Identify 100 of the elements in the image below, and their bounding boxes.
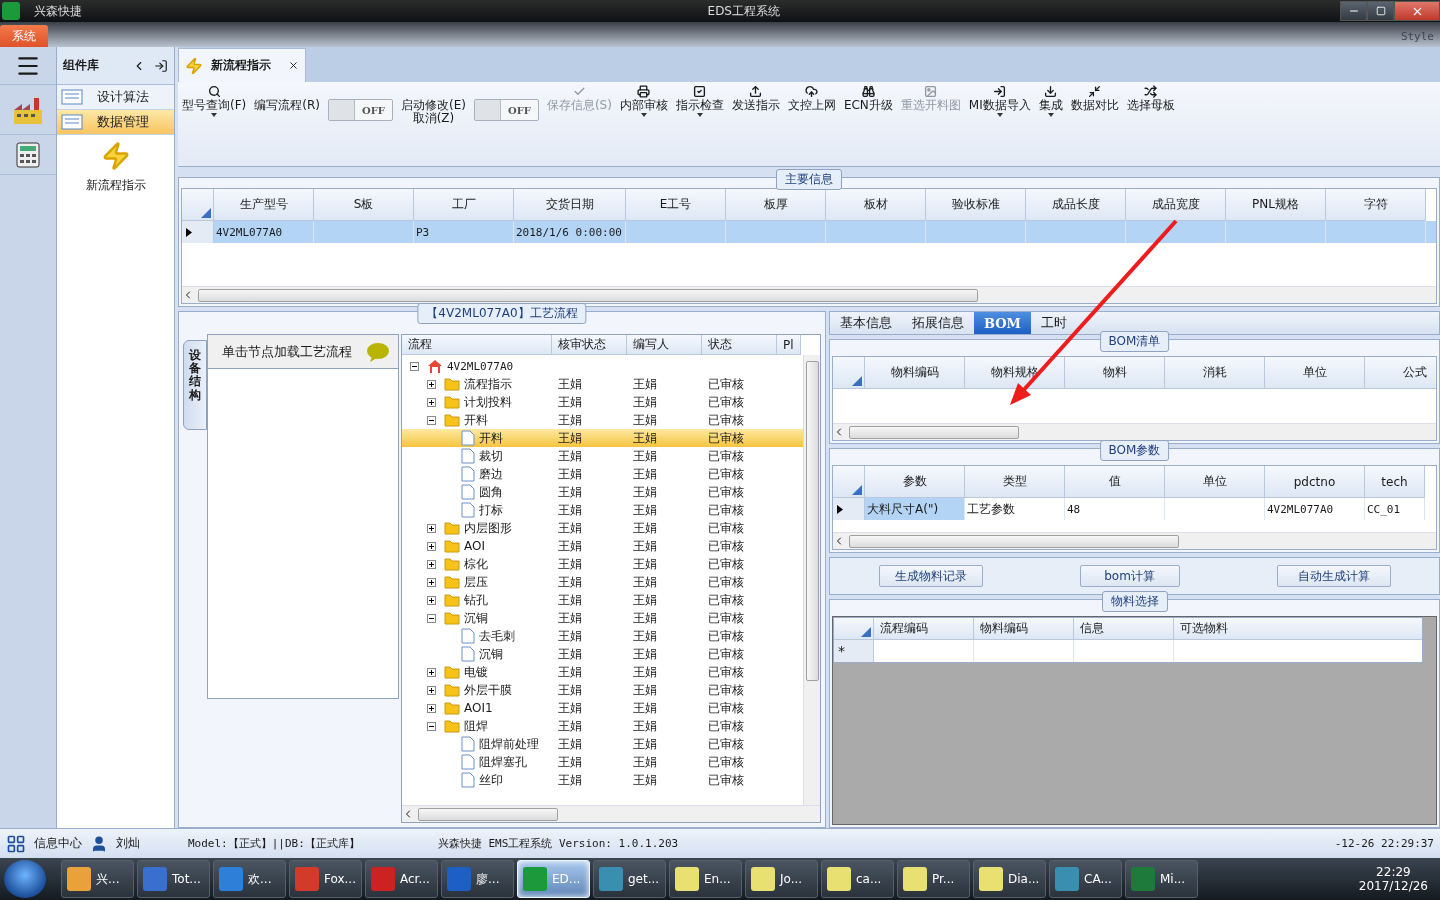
column-header[interactable]: 单位 (1165, 466, 1265, 498)
taskbar-item[interactable]: Pr... (897, 860, 970, 898)
taskbar-item[interactable]: Mi... (1125, 860, 1198, 898)
tree-row[interactable]: 去毛刺 王娟 王娟 已审核 (402, 627, 803, 645)
tree-row[interactable]: 打标 王娟 王娟 已审核 (402, 501, 803, 519)
taskbar-item[interactable]: 欢... (213, 860, 286, 898)
horizontal-scrollbar[interactable] (402, 805, 820, 822)
document-tab[interactable]: 新流程指示 (178, 48, 306, 82)
tab[interactable]: BOM (974, 312, 1031, 334)
taskbar-item[interactable]: En... (669, 860, 742, 898)
horizontal-scrollbar[interactable] (182, 286, 1436, 303)
expand-icon[interactable] (427, 523, 436, 533)
column-header[interactable]: 交货日期 (514, 189, 626, 221)
table-row[interactable]: 4V2ML077A0 P3 2018/1/6 0:00:00 (182, 221, 1436, 243)
column-header[interactable]: 生产型号 (214, 189, 314, 221)
tab[interactable]: 拓展信息 (902, 312, 974, 334)
column-header[interactable]: 板厚 (726, 189, 826, 221)
tree-row[interactable]: 磨边 王娟 王娟 已审核 (402, 465, 803, 483)
taskbar-item[interactable]: get... (593, 860, 666, 898)
close-button[interactable] (1394, 1, 1440, 21)
column-header[interactable]: 成品宽度 (1126, 189, 1226, 221)
sidebar-item[interactable]: 数据管理 (57, 110, 174, 135)
taskbar-item[interactable]: CA... (1049, 860, 1122, 898)
column-header[interactable]: 值 (1065, 466, 1165, 498)
column-header[interactable]: 物料编码 (865, 357, 965, 389)
tree-row[interactable]: 沉铜 王娟 王娟 已审核 (402, 609, 803, 627)
column-header[interactable]: tech (1365, 466, 1425, 498)
toolbar-button[interactable]: 启动修改(E) 取消(Z) (400, 85, 466, 125)
toolbar-button[interactable]: 发送指示 (731, 85, 780, 112)
column-header[interactable]: 字符 (1326, 189, 1426, 221)
collapse-icon[interactable] (427, 415, 436, 425)
toggle-switch[interactable]: OFF (473, 99, 539, 121)
action-button[interactable]: bom计算 (1079, 565, 1180, 587)
collapse-icon[interactable] (427, 721, 436, 731)
expand-icon[interactable] (427, 559, 436, 569)
column-header[interactable]: 板材 (826, 189, 926, 221)
tile-label[interactable]: 新流程指示 (85, 177, 146, 194)
sidebar-item[interactable]: 设计算法 (57, 85, 174, 110)
expand-icon[interactable] (427, 685, 436, 695)
toggle-switch[interactable]: OFF (327, 99, 393, 121)
horizontal-scrollbar[interactable] (833, 532, 1436, 549)
column-header[interactable]: 状态 (702, 335, 777, 355)
column-header[interactable]: 流程 (402, 335, 552, 355)
collapse-icon[interactable] (410, 361, 419, 371)
column-header[interactable]: 物料编码 (974, 618, 1074, 640)
taskbar-item[interactable]: Jo... (745, 860, 818, 898)
expand-icon[interactable] (427, 703, 436, 713)
tree-row[interactable]: 丝印 王娟 王娟 已审核 (402, 771, 803, 789)
taskbar-item[interactable]: Acr... (365, 860, 438, 898)
column-header[interactable]: 编写人 (627, 335, 702, 355)
toolbar-button[interactable]: 指示检查 (675, 85, 724, 117)
expand-icon[interactable] (427, 577, 436, 587)
tree-row[interactable]: 外层干膜 王娟 王娟 已审核 (402, 681, 803, 699)
expand-icon[interactable] (427, 667, 436, 677)
vertical-scrollbar[interactable] (803, 355, 820, 805)
toolbar-button[interactable]: 数据对比 (1070, 85, 1119, 112)
info-center-link[interactable]: 信息中心 (34, 835, 82, 852)
column-header[interactable]: S板 (314, 189, 414, 221)
column-header[interactable]: 成品长度 (1026, 189, 1126, 221)
column-header[interactable]: 单位 (1265, 357, 1365, 389)
column-header[interactable]: 可选物料 (1174, 618, 1422, 640)
toolbar-button[interactable]: 集成 (1038, 85, 1063, 117)
calculator-icon[interactable] (14, 140, 42, 169)
tree-row[interactable]: 内层图形 王娟 王娟 已审核 (402, 519, 803, 537)
taskbar-item[interactable]: ca... (821, 860, 894, 898)
column-header[interactable]: E工号 (626, 189, 726, 221)
collapse-icon[interactable] (427, 613, 436, 623)
side-tab[interactable]: 设备结构 (183, 340, 207, 430)
tree-row[interactable]: AOI1 王娟 王娟 已审核 (402, 699, 803, 717)
tree-row[interactable]: 棕化 王娟 王娟 已审核 (402, 555, 803, 573)
close-icon[interactable] (288, 60, 299, 71)
toolbar-button[interactable]: ECN升级 (843, 85, 893, 112)
minimize-button[interactable] (1340, 1, 1367, 21)
column-header[interactable]: 流程编码 (874, 618, 974, 640)
tree-row[interactable]: 开料 王娟 王娟 已审核 (402, 411, 803, 429)
action-button[interactable]: 自动生成计算 (1276, 565, 1391, 587)
toolbar-button[interactable]: 选择母板 (1126, 85, 1175, 112)
tree-row[interactable]: 裁切 王娟 王娟 已审核 (402, 447, 803, 465)
tree-row[interactable]: 层压 王娟 王娟 已审核 (402, 573, 803, 591)
maximize-button[interactable] (1367, 1, 1394, 21)
toolbar-button[interactable]: 文控上网 (787, 85, 836, 112)
tree-row[interactable]: 钻孔 王娟 王娟 已审核 (402, 591, 803, 609)
column-header[interactable]: 信息 (1074, 618, 1174, 640)
tree-row[interactable]: 阻焊前处理 王娟 王娟 已审核 (402, 735, 803, 753)
tree-row[interactable]: 流程指示 王娟 王娟 已审核 (402, 375, 803, 393)
column-header[interactable]: 消耗 (1165, 357, 1265, 389)
column-header[interactable]: 公式 (1365, 357, 1436, 389)
action-button[interactable]: 生成物料记录 (878, 565, 983, 587)
tree-row[interactable]: 计划投料 王娟 王娟 已审核 (402, 393, 803, 411)
toolbar-button[interactable]: 型号查询(F) (182, 85, 247, 117)
tab[interactable]: 基本信息 (830, 312, 902, 334)
column-header[interactable]: 类型 (965, 466, 1065, 498)
dock-icon[interactable] (154, 58, 168, 73)
tree-row[interactable]: 开料 王娟 王娟 已审核 (402, 429, 803, 447)
toolbar-button[interactable]: 内部审核 (619, 85, 668, 117)
expand-icon[interactable] (427, 379, 436, 389)
start-button[interactable] (4, 860, 46, 898)
column-header[interactable]: Pl (777, 335, 801, 355)
column-header[interactable]: 参数 (865, 466, 965, 498)
taskbar-item[interactable]: Fox... (289, 860, 362, 898)
